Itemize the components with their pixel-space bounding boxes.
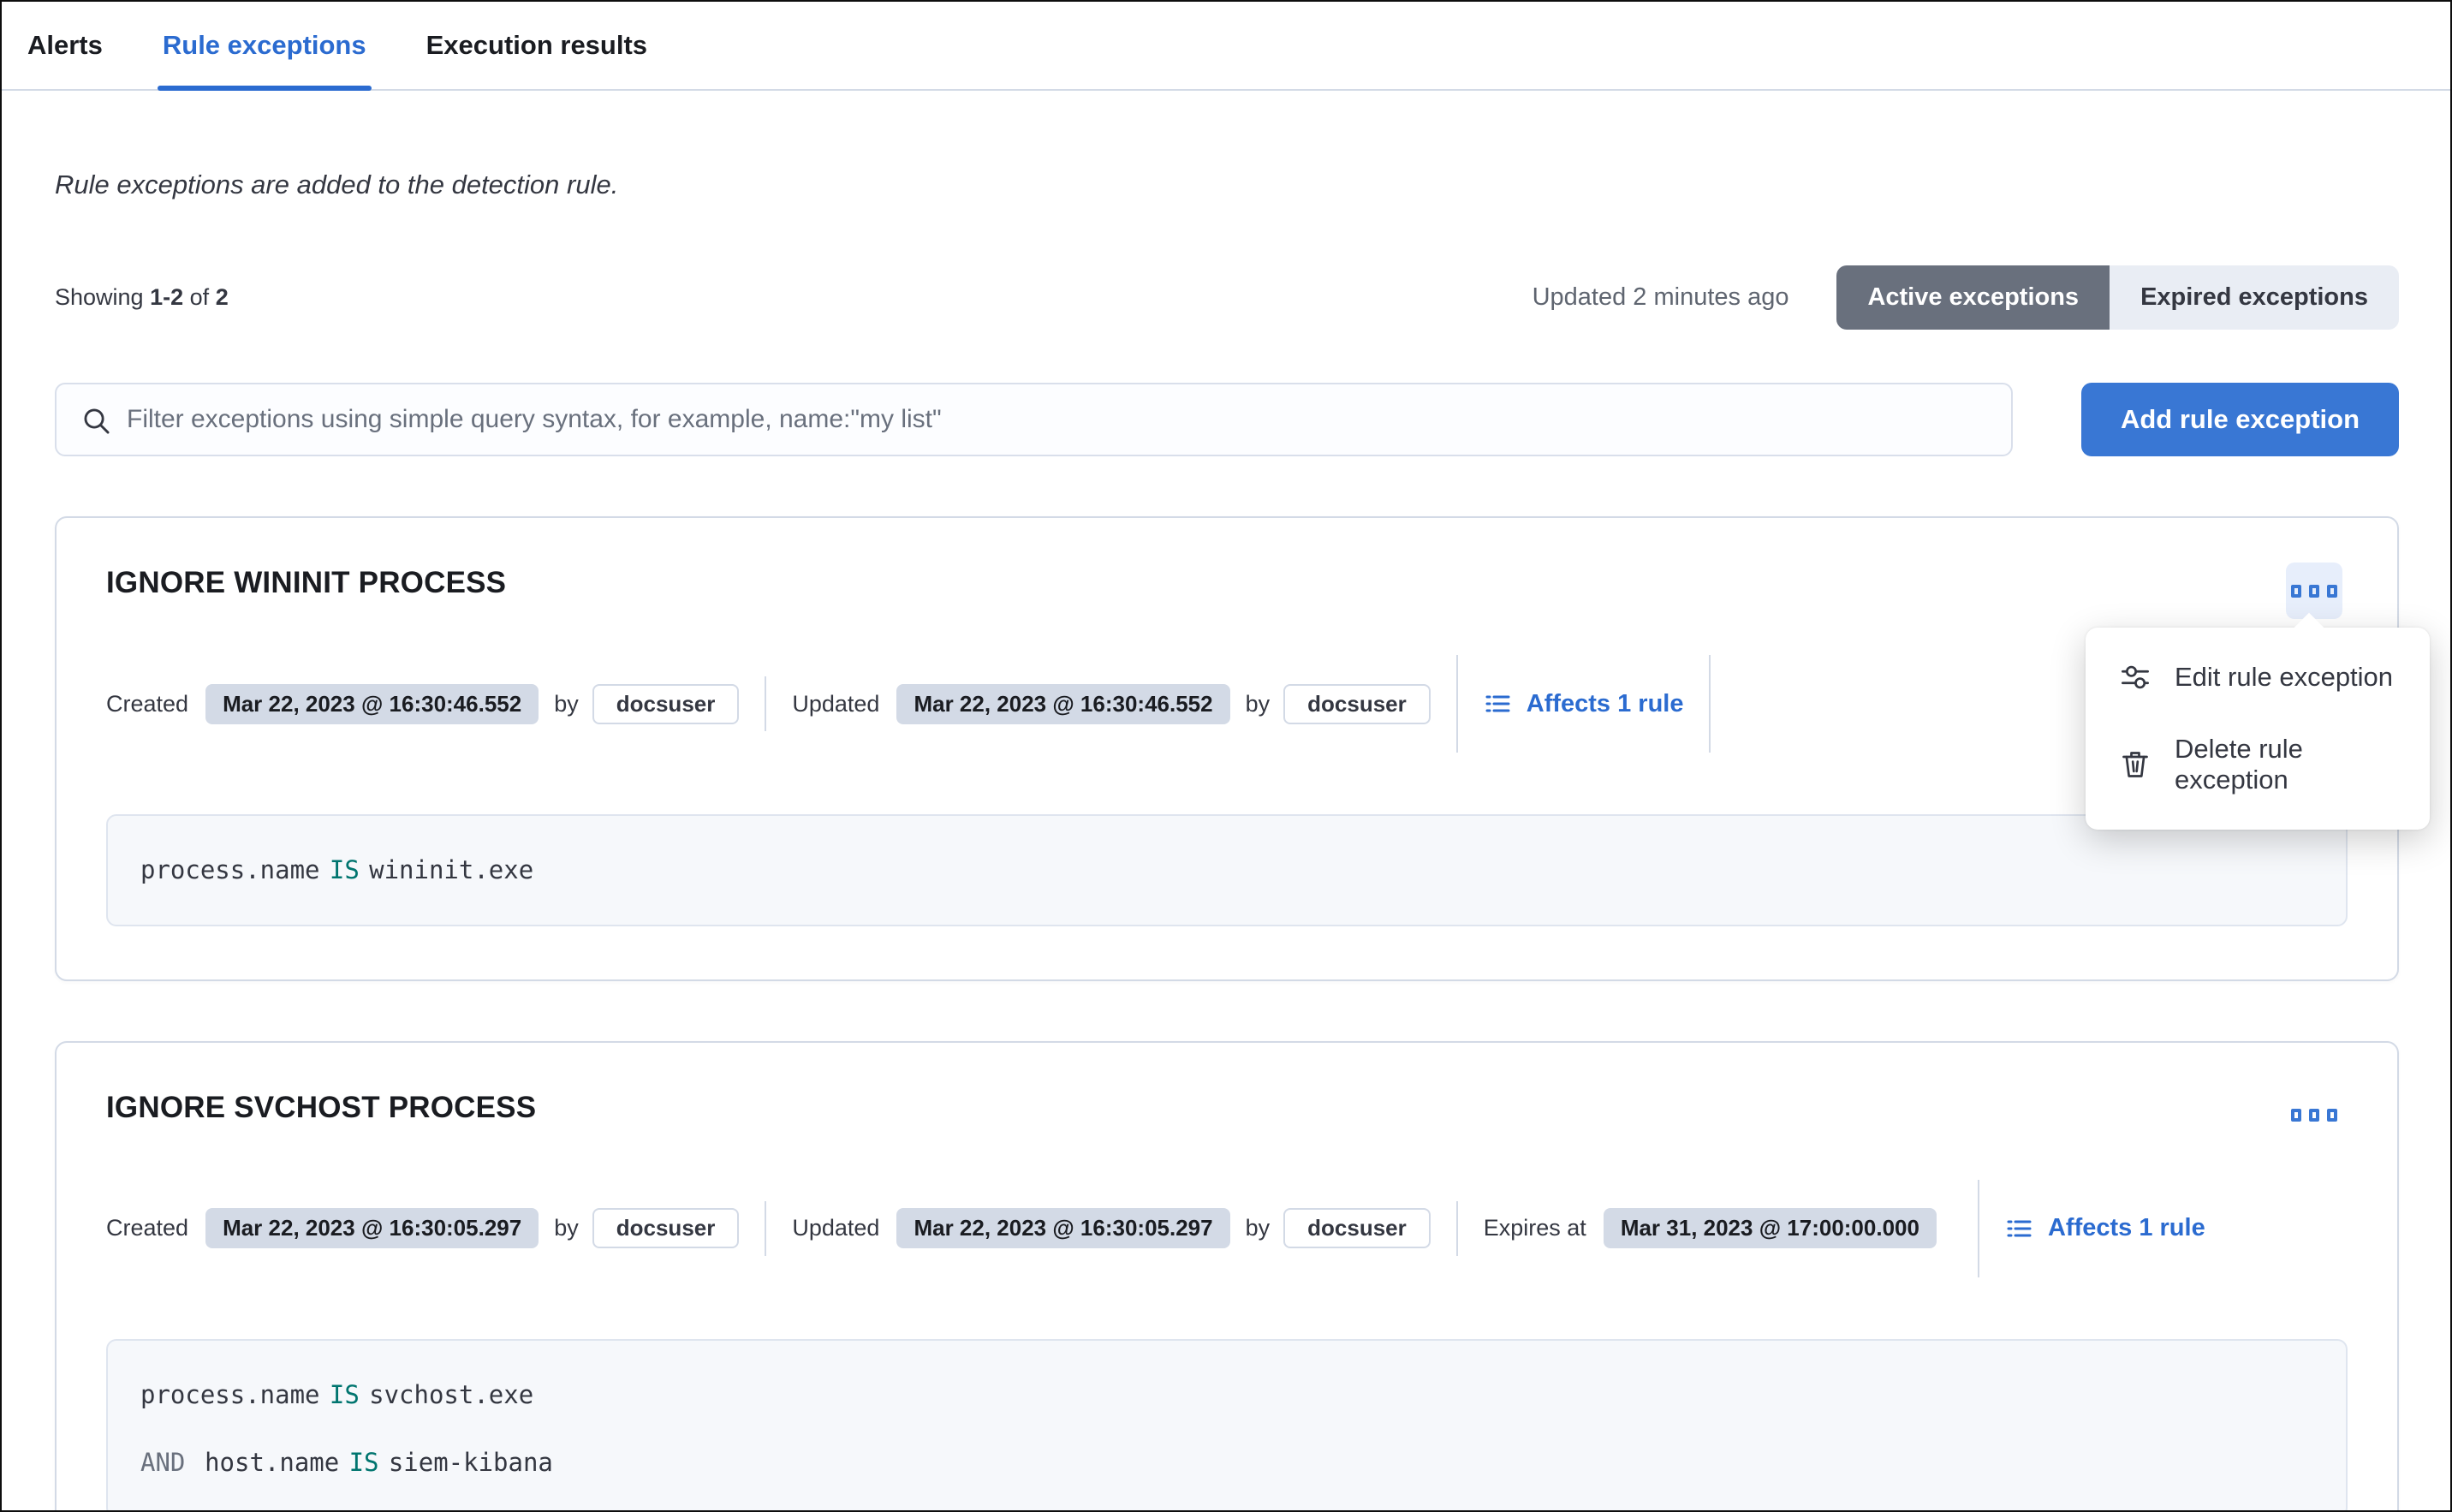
code-field: host.name (205, 1448, 339, 1477)
created-user-badge: docsuser (592, 1208, 740, 1248)
showing-label: Showing (55, 284, 144, 310)
trash-icon (2120, 749, 2151, 780)
affects-rules-label: Affects 1 rule (1527, 690, 1684, 718)
updated-date-badge: Mar 22, 2023 @ 16:30:46.552 (896, 684, 1229, 724)
code-value: svchost.exe (369, 1380, 533, 1409)
code-line: AND host.name IS siem-kibana (140, 1448, 2313, 1478)
exception-title: IGNORE WININIT PROCESS (106, 566, 2348, 600)
exception-card-svchost: IGNORE SVCHOST PROCESS Created Mar 22, 2… (55, 1041, 2399, 1512)
rule-exceptions-page: Alerts Rule exceptions Execution results… (0, 0, 2452, 1512)
meta-divider (1978, 1180, 1979, 1277)
code-operator: IS (349, 1448, 379, 1477)
code-operator: IS (330, 1380, 360, 1409)
expires-label: Expires at (1484, 1215, 1586, 1241)
created-by-label: by (554, 691, 579, 717)
meta-divider (1456, 655, 1458, 753)
edit-controls-icon (2120, 662, 2151, 693)
expires-date-badge: Mar 31, 2023 @ 17:00:00.000 (1604, 1208, 1937, 1248)
exception-actions-popover: Edit rule exception Delete rule exceptio… (2086, 628, 2430, 830)
code-field: process.name (140, 1380, 320, 1409)
rule-exceptions-description: Rule exceptions are added to the detecti… (55, 170, 2397, 200)
exception-condition-code: process.name IS svchost.exe AND host.name IS… (106, 1339, 2348, 1512)
updated-label: Updated (792, 691, 879, 717)
updated-by-label: by (1246, 1215, 1271, 1241)
meta-divider (1709, 655, 1711, 753)
showing-range: 1-2 (150, 284, 183, 310)
meta-divider (1456, 1201, 1458, 1256)
expired-exceptions-toggle[interactable]: Expired exceptions (2110, 265, 2399, 330)
code-value: wininit.exe (369, 855, 533, 884)
exception-meta-row: Created Mar 22, 2023 @ 16:30:46.552 by d… (106, 655, 2348, 753)
exception-meta-row: Created Mar 22, 2023 @ 16:30:05.297 by d… (106, 1180, 2348, 1277)
add-rule-exception-button[interactable]: Add rule exception (2081, 383, 2399, 456)
code-conjunction: AND (140, 1448, 185, 1477)
tab-execution-results[interactable]: Execution results (426, 2, 647, 89)
code-line: process.name IS wininit.exe (140, 855, 2313, 885)
updated-by-label: by (1246, 691, 1271, 717)
list-utility-bar-right: Updated 2 minutes ago Active exceptions … (1532, 265, 2399, 330)
delete-rule-exception-menu-item[interactable]: Delete rule exception (2120, 734, 2395, 795)
exception-actions-menu-button[interactable] (2286, 563, 2342, 619)
edit-rule-exception-menu-item[interactable]: Edit rule exception (2120, 662, 2395, 693)
meta-divider (765, 676, 766, 731)
code-field: process.name (140, 855, 320, 884)
created-date-badge: Mar 22, 2023 @ 16:30:46.552 (205, 684, 539, 724)
search-input[interactable] (125, 404, 1991, 435)
affects-rules-link[interactable]: Affects 1 rule (1484, 690, 1684, 718)
updated-date-badge: Mar 22, 2023 @ 16:30:05.297 (896, 1208, 1229, 1248)
showing-total: 2 (216, 284, 229, 310)
created-label: Created (106, 691, 188, 717)
exception-title: IGNORE SVCHOST PROCESS (106, 1091, 2348, 1125)
boxes-horizontal-icon (2291, 585, 2301, 598)
exception-state-toggle: Active exceptions Expired exceptions (1836, 265, 2399, 330)
search-icon (80, 405, 113, 438)
boxes-horizontal-icon (2291, 1109, 2301, 1122)
affects-rules-link[interactable]: Affects 1 rule (2005, 1214, 2205, 1242)
code-operator: IS (330, 855, 360, 884)
showing-of-label: of (190, 284, 210, 310)
code-value: siem-kibana (389, 1448, 553, 1477)
code-line: process.name IS svchost.exe (140, 1380, 2313, 1410)
exception-condition-code: process.name IS wininit.exe (106, 814, 2348, 926)
list-icon (2005, 1215, 2032, 1242)
delete-rule-exception-label: Delete rule exception (2175, 734, 2395, 795)
created-user-badge: docsuser (592, 684, 740, 724)
list-utility-bar: Showing 1-2 of 2 Updated 2 minutes ago A… (55, 265, 2399, 330)
tab-alerts[interactable]: Alerts (27, 2, 103, 89)
showing-count: Showing 1-2 of 2 (55, 284, 229, 311)
updated-label: Updated (792, 1215, 879, 1241)
updated-user-badge: docsuser (1283, 684, 1431, 724)
created-label: Created (106, 1215, 188, 1241)
tab-rule-exceptions[interactable]: Rule exceptions (163, 2, 366, 89)
search-row: Add rule exception (55, 383, 2399, 456)
active-exceptions-toggle[interactable]: Active exceptions (1836, 265, 2110, 330)
updated-status: Updated 2 minutes ago (1532, 283, 1789, 312)
edit-rule-exception-label: Edit rule exception (2175, 662, 2393, 693)
list-icon (1484, 690, 1511, 717)
created-by-label: by (554, 1215, 579, 1241)
exception-actions-menu-button[interactable] (2286, 1087, 2342, 1144)
updated-user-badge: docsuser (1283, 1208, 1431, 1248)
tab-bar: Alerts Rule exceptions Execution results (2, 2, 2450, 91)
search-box (55, 383, 2013, 456)
meta-divider (765, 1201, 766, 1256)
created-date-badge: Mar 22, 2023 @ 16:30:05.297 (205, 1208, 539, 1248)
affects-rules-label: Affects 1 rule (2048, 1214, 2205, 1242)
exception-card-wininit: IGNORE WININIT PROCESS Edit rule excepti… (55, 516, 2399, 981)
